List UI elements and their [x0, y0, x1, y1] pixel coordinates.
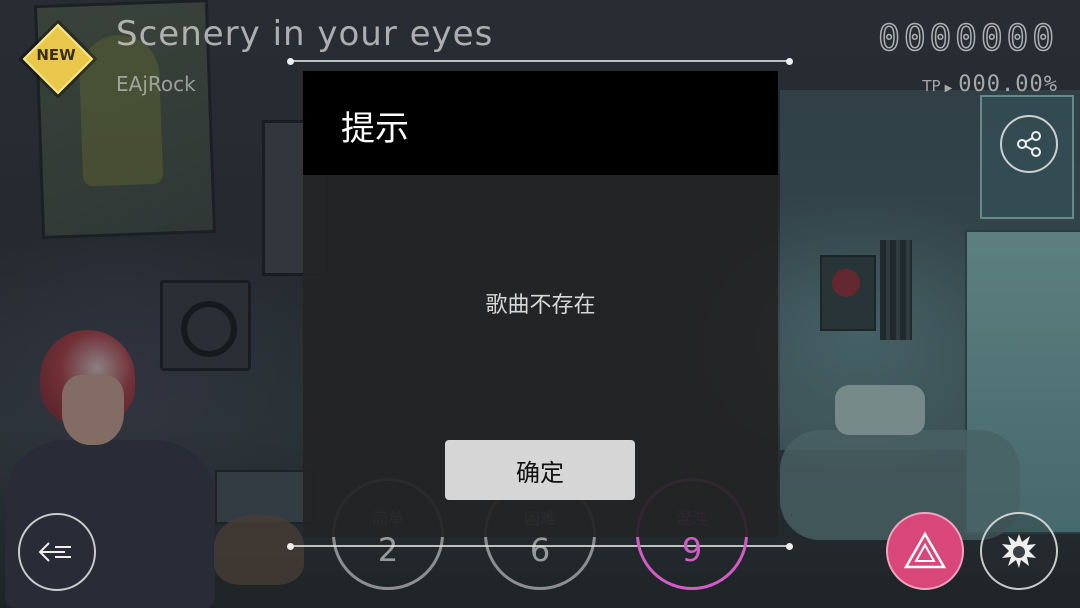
- mode-button[interactable]: [886, 512, 964, 590]
- track-line-top: [290, 60, 790, 62]
- new-badge-label: NEW: [36, 46, 76, 64]
- share-button[interactable]: [1000, 115, 1058, 173]
- alert-dialog: 提示 歌曲不存在 确定: [303, 71, 778, 537]
- back-arrow-icon: [38, 542, 71, 562]
- tp-label: TP: [922, 77, 941, 95]
- track-dot: [786, 58, 793, 65]
- track-dot: [287, 58, 294, 65]
- dialog-header: 提示: [303, 71, 778, 175]
- score-display: 0000000: [878, 17, 1058, 60]
- tp-value: 000.00%: [958, 72, 1058, 97]
- song-title: Scenery in your eyes: [116, 14, 494, 54]
- new-badge: NEW: [22, 23, 94, 95]
- character-icon: [1002, 534, 1036, 568]
- dialog-title: 提示: [341, 109, 409, 149]
- share-icon: [1017, 131, 1041, 157]
- dialog-message: 歌曲不存在: [485, 293, 596, 318]
- confirm-button[interactable]: 确定: [445, 440, 635, 500]
- triangle-mode-icon: [903, 531, 947, 569]
- track-dot: [287, 543, 294, 550]
- tp-display: TP ▶ 000.00%: [922, 72, 1058, 97]
- song-artist: EAjRock: [116, 72, 196, 96]
- tp-arrow-icon: ▶: [944, 83, 953, 94]
- back-button[interactable]: [18, 513, 96, 591]
- track-dot: [786, 543, 793, 550]
- character-button[interactable]: [980, 512, 1058, 590]
